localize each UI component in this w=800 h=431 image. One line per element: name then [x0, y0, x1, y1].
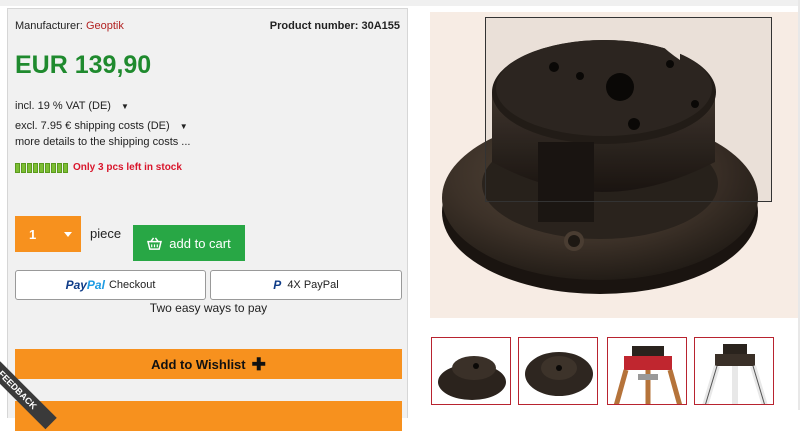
add-to-cart-button[interactable]: add to cart [133, 225, 245, 261]
product-info-panel: Manufacturer: Geoptik Product number: 30… [7, 8, 408, 431]
basket-icon [147, 236, 163, 250]
quantity-select[interactable]: 1 [15, 216, 81, 252]
thumbnail-2[interactable] [518, 337, 598, 405]
top-border [0, 0, 800, 6]
vat-label: incl. 19 % VAT (DE) [15, 100, 111, 112]
vat-info[interactable]: incl. 19 % VAT (DE) ▼ [15, 100, 129, 112]
paypal-p-icon: P [273, 278, 282, 292]
thumbnail-4[interactable] [694, 337, 774, 405]
paypal-logo-pal: Pal [86, 278, 105, 292]
stock-text: Only 3 pcs left in stock [73, 162, 182, 173]
thumbnail-3[interactable] [607, 337, 687, 405]
thumbnail-image [525, 352, 593, 396]
product-number: Product number: 30A155 [269, 20, 400, 32]
caret-down-icon: ▼ [120, 101, 129, 111]
paypal-installments-label: 4X PayPal [287, 279, 339, 291]
manufacturer-link[interactable]: Geoptik [86, 20, 124, 32]
unit-label: piece [90, 226, 122, 241]
shipping-label: excl. 7.95 € shipping costs (DE) [15, 120, 170, 132]
thumbnail-image [702, 344, 768, 404]
payment-note: Two easy ways to pay [149, 301, 268, 315]
caret-down-icon: ▼ [179, 121, 188, 131]
plus-icon: ✚ [251, 354, 266, 374]
secondary-orange-button[interactable] [15, 401, 402, 431]
price: EUR 139,90 [15, 51, 152, 79]
manufacturer: Manufacturer: Geoptik [15, 20, 124, 32]
paypal-checkout-label: Checkout [108, 279, 156, 291]
paypal-installments-button[interactable]: P 4X PayPal [210, 270, 402, 300]
zoom-lens[interactable] [485, 17, 772, 202]
shipping-info[interactable]: excl. 7.95 € shipping costs (DE) ▼ [15, 120, 188, 132]
wishlist-label: Add to Wishlist [151, 356, 246, 372]
thumbnail-image [613, 346, 683, 404]
shipping-details-link[interactable]: more details to the shipping costs ... [15, 136, 190, 148]
paypal-logo-pay: Pay [65, 278, 87, 292]
quantity-value: 1 [29, 226, 37, 242]
paypal-checkout-button[interactable]: Pay Pal Checkout [15, 270, 206, 300]
add-to-wishlist-button[interactable]: Add to Wishlist ✚ [15, 349, 402, 379]
stock-level-icon [15, 162, 68, 173]
stock-status: Only 3 pcs left in stock [15, 162, 182, 173]
add-to-cart-label: add to cart [169, 235, 231, 251]
chevron-down-icon [64, 232, 72, 237]
thumbnail-image [438, 356, 506, 400]
manufacturer-label: Manufacturer: [15, 20, 83, 32]
thumbnail-1[interactable] [431, 337, 511, 405]
